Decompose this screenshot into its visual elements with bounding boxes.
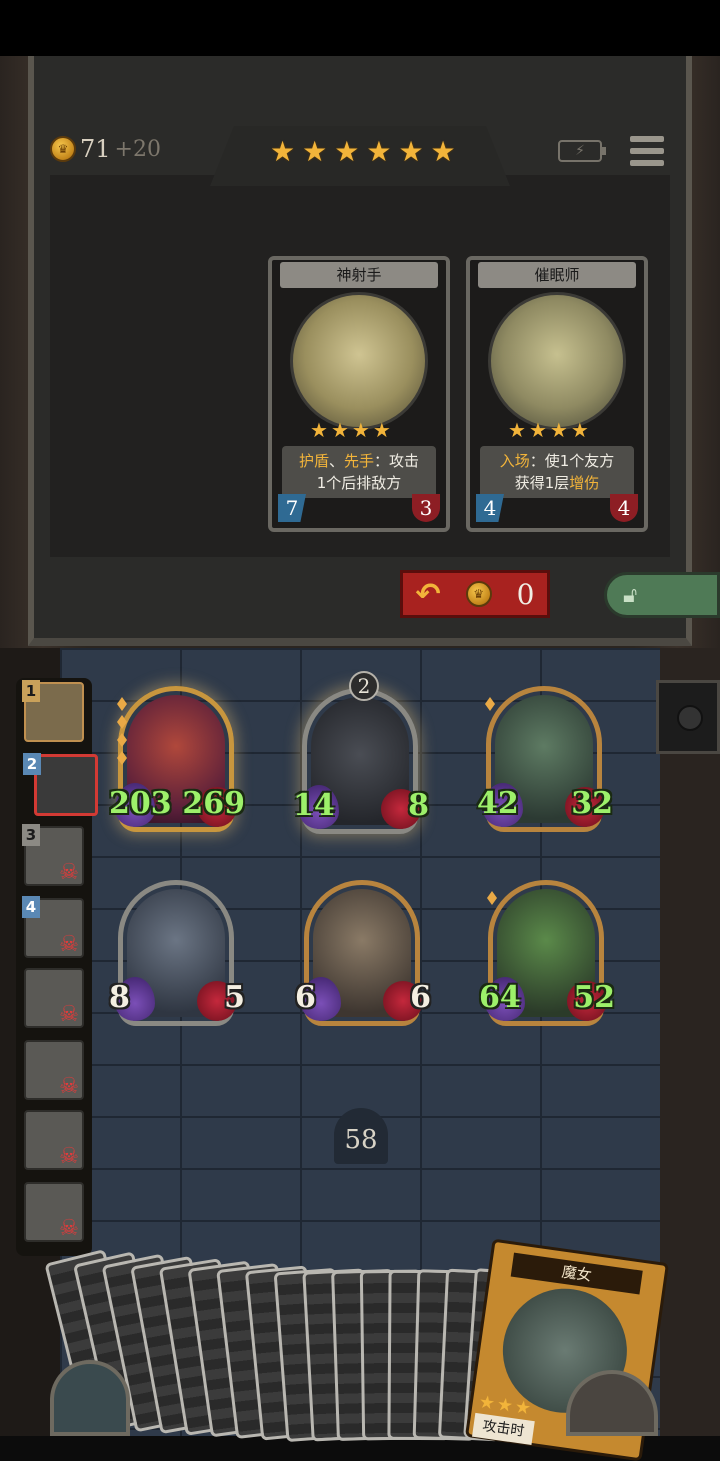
refresh-button[interactable]: ↶ ♛ 0 — [400, 570, 550, 618]
skull-icon: ☠ — [59, 1074, 79, 1099]
card-description: 护盾、先手：攻击 1个后排敌方 — [282, 446, 436, 498]
card-description: 入场：使1个友方 获得1层增伤 — [480, 446, 634, 498]
minion-health: 52 — [573, 980, 615, 1015]
menu-icon[interactable] — [630, 136, 664, 166]
keyword-first-strike: 先手 — [344, 452, 375, 470]
star-icon: ★ — [372, 418, 391, 442]
rank-player-1[interactable]: 1 — [22, 680, 84, 742]
attack-badge: 4 — [476, 494, 504, 522]
tier-star-icon: ★ — [398, 135, 424, 168]
minion-attack: 14 — [293, 788, 335, 823]
rank-number: 2 — [23, 753, 41, 775]
minion-attack: 6 — [295, 980, 316, 1015]
minion-attack: 8 — [109, 980, 130, 1015]
tier-star-icon: ★ — [270, 135, 296, 168]
lock-icon: 🔓︎ — [623, 582, 638, 608]
keyword-shield: 护盾 — [298, 452, 329, 470]
skull-icon: ☠ — [59, 860, 79, 885]
star-icon: ★ — [528, 418, 547, 442]
keyword-damage-up: 增伤 — [569, 474, 600, 492]
skull-icon: ☠ — [59, 1002, 79, 1027]
deck-counter: 58 — [334, 1108, 388, 1164]
gold-income: +20 — [114, 136, 161, 162]
desc-sep: 、 — [328, 452, 344, 470]
desc-text: 获得1层 — [514, 474, 570, 492]
tier-star-icon: ★ — [302, 135, 328, 168]
buff-gems — [485, 697, 495, 711]
star-icon: ★ — [330, 418, 349, 442]
gold-coin-icon: ♛ — [50, 136, 76, 162]
minion-health: 6 — [410, 980, 431, 1015]
card-name: 神射手 — [280, 262, 438, 288]
hero-power-portrait[interactable] — [50, 1360, 130, 1436]
gold-amount: 71 — [80, 135, 111, 163]
battery-icon: ⚡ — [558, 140, 606, 162]
desc-text: ：使1个友方 — [529, 452, 615, 470]
tier-star-icon: ★ — [430, 135, 456, 168]
buff-gems — [487, 891, 497, 905]
board-right-wall — [660, 648, 720, 1436]
rank-player-5[interactable]: ☠ — [24, 968, 84, 1028]
side-lock-panel[interactable] — [656, 680, 720, 754]
skull-icon: ☠ — [59, 1144, 79, 1169]
rank-player-2[interactable]: 2 — [23, 753, 98, 816]
shop-card-hypnotist[interactable]: 催眠师 ★ ★ ★ ★ 入场：使1个友方 获得1层增伤 4 4 — [466, 256, 648, 532]
desc-line-2: 1个后排敌方 — [316, 474, 402, 492]
rank-player-3[interactable]: 3 ☠ — [22, 824, 84, 886]
rank-player-6[interactable]: ☠ — [24, 1040, 84, 1100]
refresh-cost: 0 — [516, 577, 535, 611]
rank-player-7[interactable]: ☠ — [24, 1110, 84, 1170]
card-stars: ★ ★ ★ ★ — [508, 420, 589, 440]
minion-attack: 203 — [109, 786, 172, 821]
minion-health: 269 — [182, 786, 245, 821]
star-icon: ★ — [513, 1396, 533, 1420]
desc-text: ：攻击 — [374, 452, 420, 470]
keyword-battlecry: 入场 — [499, 452, 530, 470]
tavern-tier-stars: ★ ★ ★ ★ ★ ★ — [270, 138, 456, 166]
buff-gems — [117, 697, 127, 765]
rank-number: 3 — [22, 824, 40, 846]
minion-attack: 42 — [477, 786, 519, 821]
top-bar — [0, 0, 720, 56]
card-name: 魔女 — [510, 1252, 643, 1295]
board-minion-back-3[interactable]: 64 52 — [479, 880, 615, 1026]
archer-portrait — [290, 292, 428, 430]
tier-star-icon: ★ — [334, 135, 360, 168]
attack-badge: 7 — [278, 494, 306, 522]
skull-icon: ☠ — [59, 932, 79, 957]
gold-coin-icon: ♛ — [465, 581, 492, 607]
board-minion-front-2[interactable]: 2 14 8 — [293, 671, 429, 834]
gold-display: ♛ 71 +20 — [50, 134, 161, 164]
hypnotist-portrait — [488, 292, 626, 430]
shop-card-sharpshooter[interactable]: 神射手 ★ ★ ★ ★ 护盾、先手：攻击 1个后排敌方 7 3 — [268, 256, 450, 532]
minion-health: 8 — [408, 788, 429, 823]
board-minion-back-2[interactable]: 6 6 — [295, 880, 431, 1026]
rank-player-8[interactable]: ☠ — [24, 1182, 84, 1242]
star-icon: ★ — [570, 418, 589, 442]
star-icon: ★ — [549, 418, 568, 442]
star-icon: ★ — [495, 1393, 515, 1417]
star-icon: ★ — [477, 1391, 497, 1415]
skull-icon: ☠ — [59, 1216, 79, 1241]
rank-number: 4 — [22, 896, 40, 918]
freeze-shop-button[interactable]: 🔓︎ — [604, 572, 720, 618]
star-icon: ★ — [508, 418, 526, 442]
star-icon: ★ — [310, 418, 328, 442]
minion-health: 5 — [224, 980, 245, 1015]
board-minion-front-3[interactable]: 42 32 — [477, 686, 613, 832]
minion-health: 32 — [571, 786, 613, 821]
rank-player-4[interactable]: 4 ☠ — [22, 896, 84, 958]
refresh-arrow-icon: ↶ — [415, 576, 441, 612]
health-badge: 3 — [412, 494, 440, 522]
rank-number: 1 — [22, 680, 40, 702]
card-name: 催眠师 — [478, 262, 636, 288]
board-minion-back-1[interactable]: 8 5 — [109, 880, 245, 1026]
health-badge: 4 — [610, 494, 638, 522]
board-minion-front-1[interactable]: 203 269 — [109, 686, 245, 832]
tier-star-icon: ★ — [366, 135, 392, 168]
star-icon: ★ — [351, 418, 370, 442]
tier-badge: 2 — [349, 671, 379, 701]
card-stars: ★ ★ ★ ★ — [310, 420, 391, 440]
minion-attack: 64 — [479, 980, 521, 1015]
